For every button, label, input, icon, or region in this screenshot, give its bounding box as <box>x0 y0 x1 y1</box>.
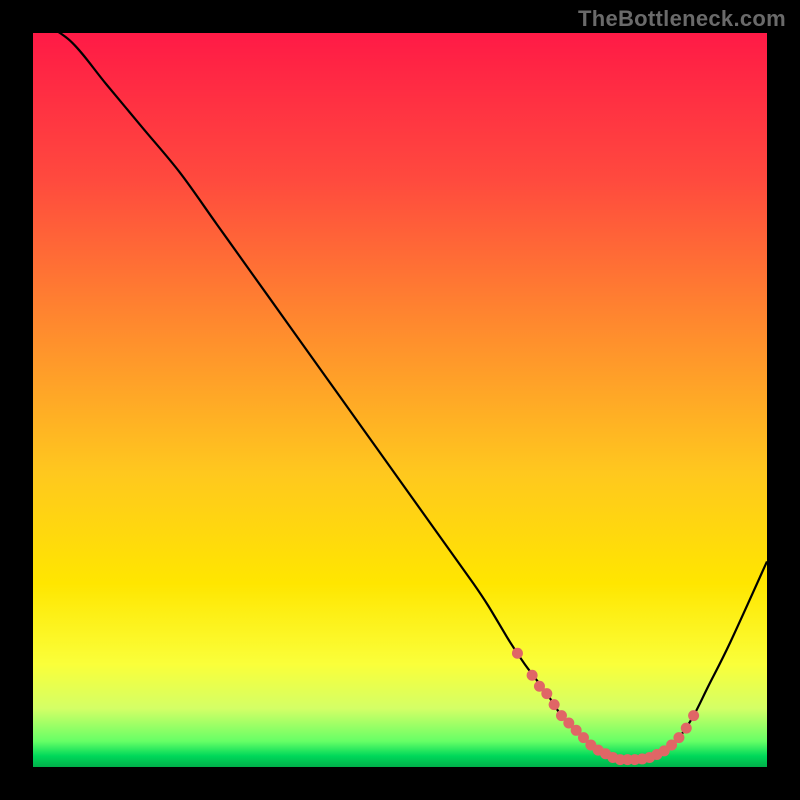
highlight-marker <box>512 648 523 659</box>
watermark-label: TheBottleneck.com <box>578 6 786 32</box>
highlight-marker <box>688 710 699 721</box>
chart-stage: TheBottleneck.com <box>0 0 800 800</box>
highlight-marker <box>549 699 560 710</box>
highlight-marker <box>681 723 692 734</box>
bottleneck-chart <box>0 0 800 800</box>
highlight-marker <box>527 670 538 681</box>
plot-background <box>33 33 767 767</box>
highlight-marker <box>673 732 684 743</box>
highlight-marker <box>541 688 552 699</box>
